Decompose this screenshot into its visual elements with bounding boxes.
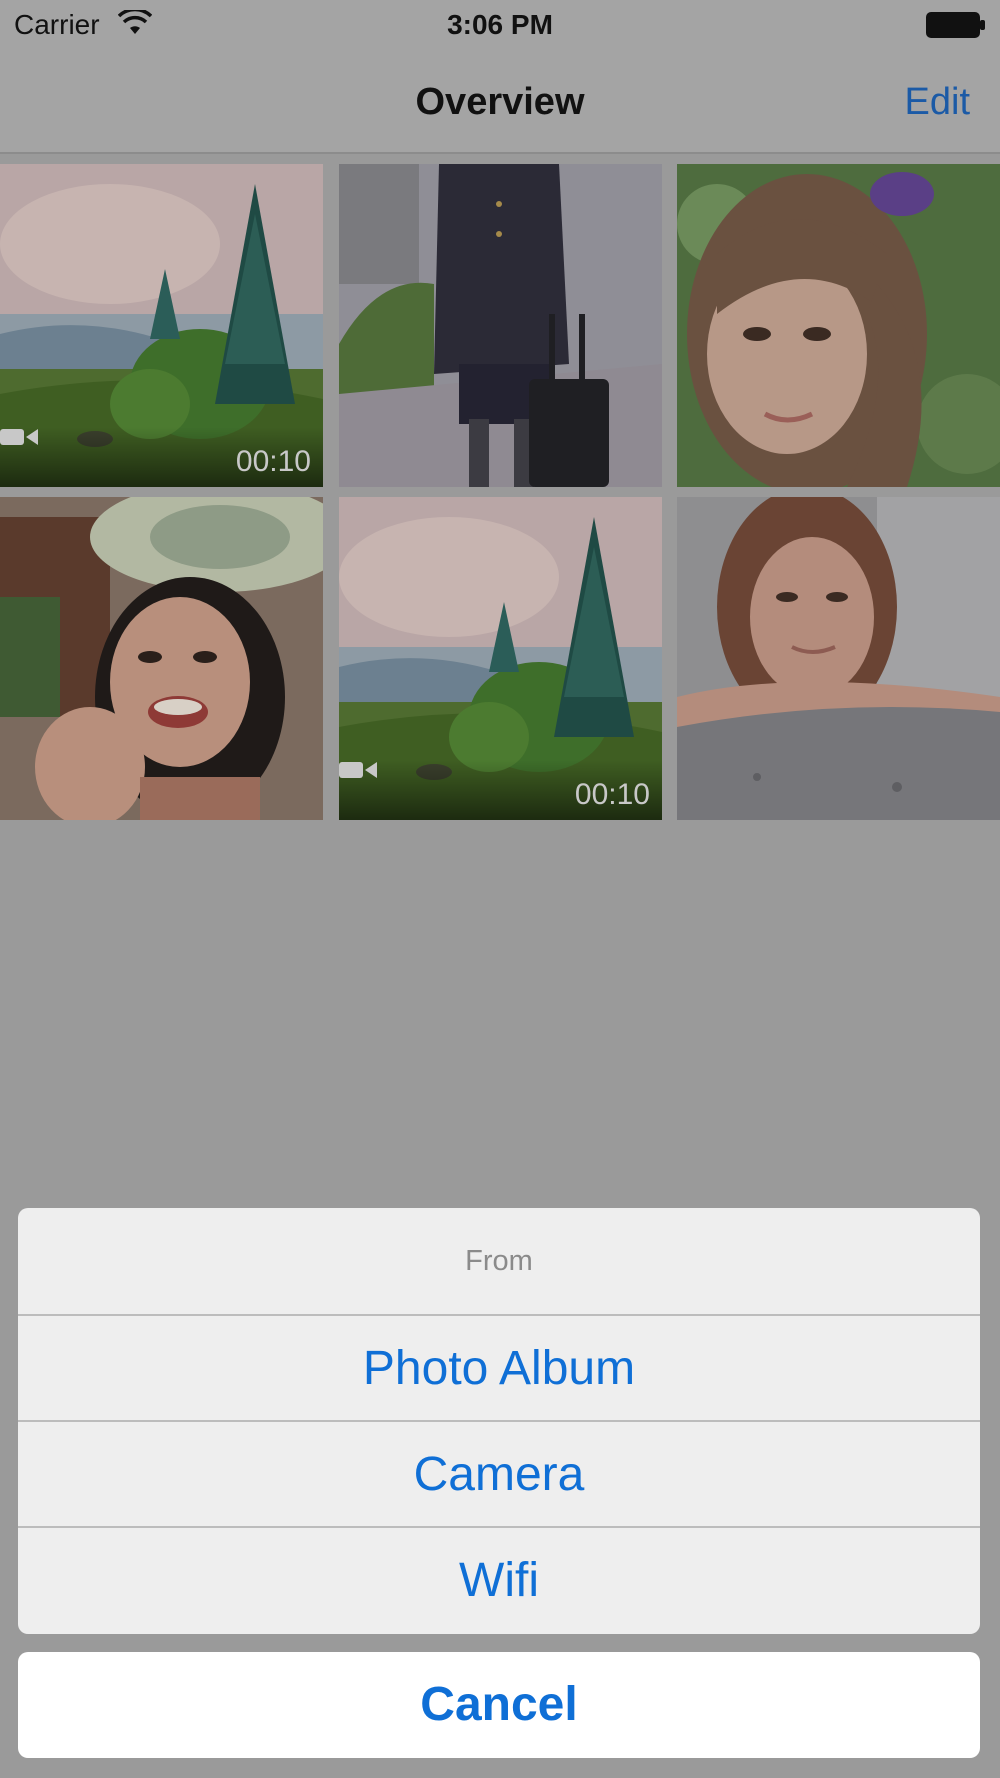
photo-image <box>677 497 1000 820</box>
action-sheet-title: From <box>465 1245 533 1277</box>
photo-image <box>0 497 323 820</box>
media-thumbnail-photo[interactable] <box>677 497 1000 820</box>
action-sheet: From Photo Album Camera Wifi <box>18 1208 980 1634</box>
media-thumbnail-photo[interactable] <box>0 497 323 820</box>
battery-icon <box>926 12 985 38</box>
photo-album-button[interactable]: Photo Album <box>18 1316 980 1422</box>
status-time: 3:06 PM <box>447 9 553 40</box>
media-thumbnail-photo[interactable] <box>677 164 1000 487</box>
video-overlay: 00:10 <box>0 427 323 487</box>
edit-button[interactable]: Edit <box>905 50 970 154</box>
camera-button[interactable]: Camera <box>18 1422 980 1528</box>
page-title: Overview <box>415 81 585 123</box>
video-overlay: 00:10 <box>339 760 662 820</box>
photo-image <box>339 164 662 487</box>
nav-bar: Overview Edit <box>0 50 1000 154</box>
media-thumbnail-video[interactable]: 00:10 <box>339 497 662 820</box>
wifi-button[interactable]: Wifi <box>18 1528 980 1634</box>
video-duration: 00:10 <box>574 778 650 811</box>
video-camera-icon <box>339 762 377 778</box>
media-thumbnail-photo[interactable] <box>339 164 662 487</box>
cancel-button[interactable]: Cancel <box>18 1652 980 1758</box>
media-thumbnail-video[interactable]: 00:10 <box>0 164 323 487</box>
photo-image <box>677 164 1000 487</box>
status-bar: Carrier 3:06 PM <box>0 0 1000 50</box>
video-duration: 00:10 <box>235 445 311 478</box>
video-camera-icon <box>0 429 38 445</box>
